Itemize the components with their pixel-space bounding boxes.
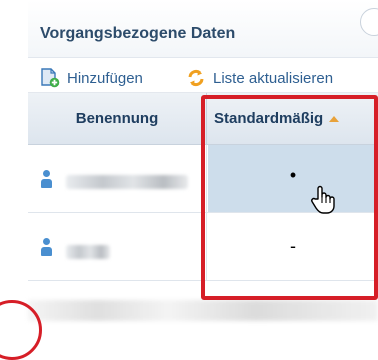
toolbar: Hinzufügen Liste aktualisieren (28, 58, 378, 93)
redacted-name (66, 175, 188, 189)
blurred-footer (28, 300, 378, 321)
panel-header: Vorgangsbezogene Daten (28, 0, 378, 58)
refresh-button-label: Liste aktualisieren (213, 69, 334, 87)
panel-title: Vorgangsbezogene Daten (40, 25, 236, 42)
column-header-name-label: Benennung (75, 110, 159, 127)
refresh-icon (186, 68, 206, 88)
add-document-icon (40, 68, 60, 88)
refresh-list-button[interactable]: Liste aktualisieren (186, 68, 333, 88)
redacted-name (66, 245, 110, 259)
add-button[interactable]: Hinzufügen (40, 68, 143, 88)
column-header-name[interactable]: Benennung (28, 93, 206, 144)
highlight-frame (201, 95, 378, 300)
person-icon (40, 170, 54, 190)
panel-menu-button[interactable] (360, 8, 378, 36)
person-icon (40, 238, 54, 258)
add-button-label: Hinzufügen (67, 69, 143, 87)
